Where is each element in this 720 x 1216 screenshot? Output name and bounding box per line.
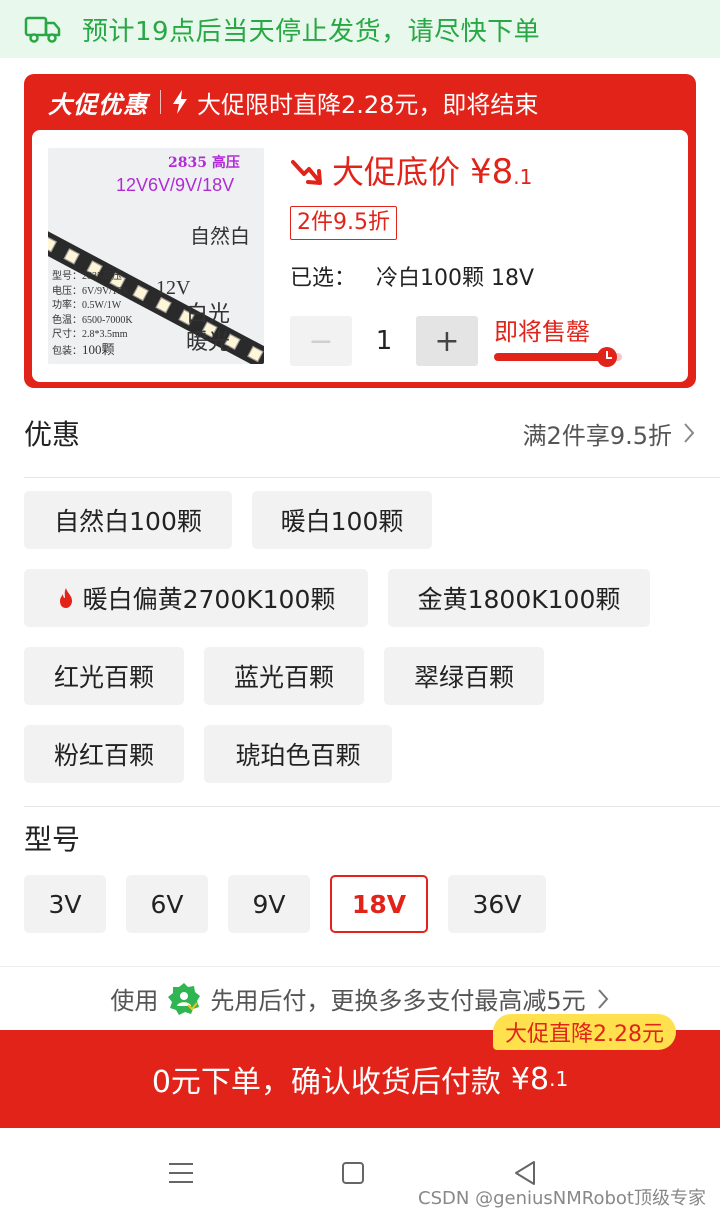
promo-brand: 大促优惠 [48,90,148,119]
shipping-notice: 预计19点后当天停止发货，请尽快下单 [82,16,541,47]
menu-icon[interactable] [168,1162,194,1184]
model-title: 型号 [24,823,81,856]
price-drop-badge: 大促直降2.28元 [493,1014,676,1050]
stock-indicator: 即将售罄 [494,312,634,367]
stock-progress-fill [494,353,607,361]
option-chip[interactable]: 粉红百颗 [24,725,184,783]
increase-quantity-button[interactable]: + [416,316,478,366]
home-icon[interactable] [342,1162,364,1184]
price-label: 大促底价 [332,153,461,191]
quantity-stepper: − 1 + [290,316,478,366]
buy-price: ¥8 [510,1061,550,1097]
promo-card: 大促优惠 大促限时直降2.28元，即将结束 2835 高压 12V6V/9V/1… [24,74,696,388]
system-nav-bar: CSDN @geniusNMRobot顶级专家 [0,1128,720,1216]
section-divider [24,806,720,807]
product-image[interactable]: 2835 高压 12V6V/9V/18V 自然白 型号：2835高压 电压：6V… [48,148,264,364]
truck-icon [24,16,61,43]
section-divider [24,477,720,478]
promo-headline: 大促限时直降2.28元，即将结束 [197,90,539,119]
option-chip[interactable]: 自然白100颗 [24,491,232,549]
option-chip[interactable]: 翠绿百颗 [384,647,544,705]
promo-divider [160,90,161,114]
selected-value: 冷白100颗 18V [376,266,535,291]
buy-label: 0元下单，确认收货后付款 [151,1065,501,1100]
chevron-right-icon [597,988,608,1009]
quantity-value[interactable]: 1 [352,326,416,356]
lightning-icon [173,90,187,114]
image-warm-label: 暖光 [186,330,231,355]
option-chip-hot[interactable]: 暖白偏黄2700K100颗 [24,569,368,627]
price-currency: ¥ [470,152,492,192]
pay-later-text: 先用后付，更换多多支付最高减5元 [210,987,586,1015]
option-chip[interactable]: 琥珀色百颗 [204,725,392,783]
pay-prefix: 使用 [110,987,159,1015]
buy-price-decimal: .1 [549,1067,569,1091]
selected-label: 已选： [290,266,357,291]
image-model-label: 2835 高压 [168,155,240,171]
image-spec-list: 型号：2835高压 电压：6V/9V/18V 功率：0.5W/1W 色温：650… [52,271,133,357]
price-value: 8 [491,152,514,192]
offers-detail: 满2件享9.5折 [523,416,696,451]
shipping-banner: 预计19点后当天停止发货，请尽快下单 [0,0,720,58]
image-color-label: 自然白 [190,224,250,248]
offers-title: 优惠 [24,418,81,451]
stock-status: 即将售罄 [494,318,590,346]
stock-progress-bar [494,347,622,367]
price-decimal: .1 [513,165,533,189]
trend-down-icon [291,160,322,185]
sku-panel: 2835 高压 12V6V/9V/18V 自然白 型号：2835高压 电压：6V… [32,130,688,382]
image-white-label: 白光 [186,302,231,327]
pay-later-logo-icon [168,982,201,1015]
discount-badge: 2件9.5折 [290,206,397,240]
image-voltage-label: 12V6V/9V/18V [116,175,235,195]
buy-now-button[interactable]: 大促直降2.28元 0元下单，确认收货后付款 ¥8 .1 [0,1014,720,1128]
back-icon[interactable] [512,1160,538,1186]
offers-row[interactable]: 优惠 满2件享9.5折 [24,406,696,460]
chevron-right-icon [684,423,695,443]
option-chip[interactable]: 蓝光百颗 [204,647,364,705]
model-chip-3v[interactable]: 3V [24,875,106,933]
flame-icon [59,588,72,608]
image-12v-label: 12V [156,277,191,299]
model-chip-9v[interactable]: 9V [228,875,310,933]
option-chip[interactable]: 暖白100颗 [252,491,432,549]
model-chip-18v-selected[interactable]: 18V [330,875,428,933]
watermark: CSDN @geniusNMRobot顶级专家 [418,1188,706,1209]
decrease-quantity-button[interactable]: − [290,316,352,366]
promo-price: 大促底价 ¥ 8 .1 [290,152,532,192]
model-chip-36v[interactable]: 36V [448,875,546,933]
offers-value: 满2件享9.5折 [522,421,672,450]
promo-header: 大促优惠 大促限时直降2.28元，即将结束 [24,74,696,130]
selected-summary: 已选： 冷白100颗 18V [290,260,534,292]
model-chip-6v[interactable]: 6V [126,875,208,933]
option-chip[interactable]: 金黄1800K100颗 [388,569,650,627]
clock-icon [596,347,617,367]
option-chip[interactable]: 红光百颗 [24,647,184,705]
